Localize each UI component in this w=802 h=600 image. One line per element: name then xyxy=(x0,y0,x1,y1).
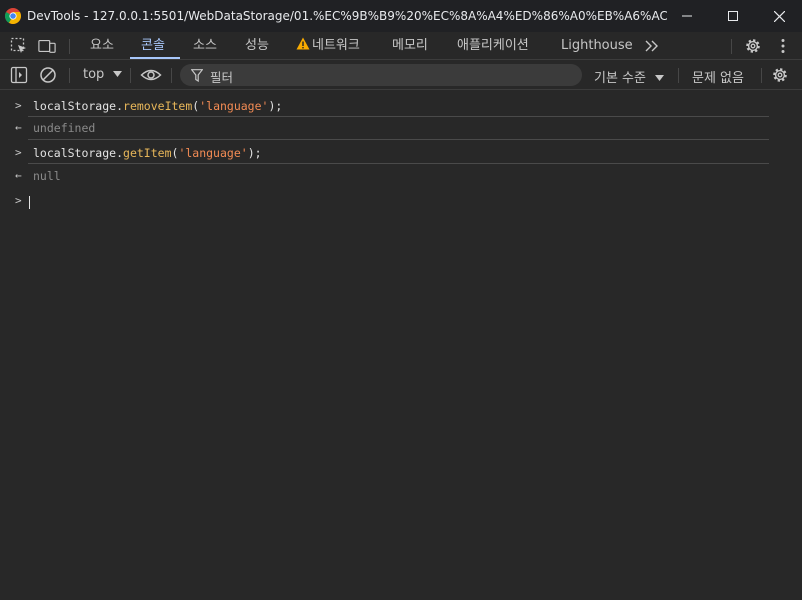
tab-sources[interactable]: 소스 xyxy=(193,32,217,60)
dropdown-arrow-icon xyxy=(655,75,665,81)
divider xyxy=(678,68,679,83)
dropdown-arrow-icon xyxy=(113,71,123,77)
log-levels-dropdown[interactable]: 기본 수준 xyxy=(594,67,665,86)
code-method: getItem xyxy=(123,146,172,160)
code-end: ); xyxy=(268,99,283,113)
text-caret xyxy=(29,196,30,209)
divider xyxy=(69,68,70,83)
minimize-button[interactable] xyxy=(664,0,710,32)
active-tab-indicator xyxy=(130,57,180,59)
divider xyxy=(28,139,769,140)
divider xyxy=(130,68,131,83)
result-value: undefined xyxy=(33,121,96,135)
tab-console[interactable]: 콘솔 xyxy=(141,32,165,60)
close-button[interactable] xyxy=(756,0,802,32)
minimize-icon xyxy=(682,15,692,17)
return-arrow-icon: ← xyxy=(15,169,22,182)
warning-icon xyxy=(296,37,310,50)
issues-counter[interactable]: 문제 없음 xyxy=(692,67,744,86)
chrome-logo-icon xyxy=(5,8,21,24)
title-bar: DevTools - 127.0.0.1:5501/WebDataStorage… xyxy=(0,0,802,32)
code-object: localStorage xyxy=(33,99,117,113)
divider xyxy=(28,163,769,164)
context-selector[interactable]: top xyxy=(83,67,123,82)
tab-memory[interactable]: 메모리 xyxy=(392,32,428,60)
prompt-chevron-icon: > xyxy=(15,194,22,207)
code-string: 'language' xyxy=(178,146,248,160)
tab-performance[interactable]: 성능 xyxy=(245,32,269,60)
device-toolbar-icon[interactable] xyxy=(38,37,56,55)
tab-application[interactable]: 애플리케이션 xyxy=(457,32,529,60)
filter-placeholder: 필터 xyxy=(210,70,234,85)
console-output: > localStorage.removeItem('language'); ←… xyxy=(0,91,802,600)
more-options-icon[interactable] xyxy=(774,37,792,55)
maximize-button[interactable] xyxy=(710,0,756,32)
filter-input[interactable]: 필터 xyxy=(180,64,582,86)
result-value: null xyxy=(33,169,61,183)
input-chevron-icon: > xyxy=(15,99,22,112)
live-expression-eye-icon[interactable] xyxy=(140,66,162,84)
context-label: top xyxy=(83,67,105,82)
divider xyxy=(28,116,769,117)
code-end: ); xyxy=(247,146,262,160)
clear-console-icon[interactable] xyxy=(39,66,57,84)
tab-network[interactable]: 네트워크 xyxy=(296,32,360,60)
log-levels-label: 기본 수준 xyxy=(594,71,646,86)
code-object: localStorage xyxy=(33,146,117,160)
divider xyxy=(731,39,732,54)
filter-icon xyxy=(191,69,203,82)
inspect-element-icon[interactable] xyxy=(10,37,28,55)
console-toolbar: top 필터 기본 수준 문제 없음 xyxy=(0,61,802,90)
more-tabs-icon[interactable] xyxy=(643,37,661,55)
sidebar-toggle-icon[interactable] xyxy=(10,66,28,84)
maximize-icon xyxy=(728,11,738,21)
code-method: removeItem xyxy=(123,99,193,113)
settings-gear-icon[interactable] xyxy=(744,37,762,55)
window-title: DevTools - 127.0.0.1:5501/WebDataStorage… xyxy=(27,9,667,23)
close-icon xyxy=(773,10,785,22)
divider xyxy=(761,68,762,83)
panel-tabs-bar: 요소 콘솔 소스 성능 네트워크 메모리 애플리케이션 Lighthouse xyxy=(0,32,802,60)
return-arrow-icon: ← xyxy=(15,121,22,134)
divider xyxy=(69,39,70,54)
console-settings-gear-icon[interactable] xyxy=(771,66,789,84)
tab-network-label: 네트워크 xyxy=(312,38,360,53)
code-string: 'language' xyxy=(199,99,269,113)
divider xyxy=(171,68,172,83)
tab-elements[interactable]: 요소 xyxy=(90,32,114,60)
tab-lighthouse[interactable]: Lighthouse xyxy=(561,32,633,60)
input-chevron-icon: > xyxy=(15,146,22,159)
